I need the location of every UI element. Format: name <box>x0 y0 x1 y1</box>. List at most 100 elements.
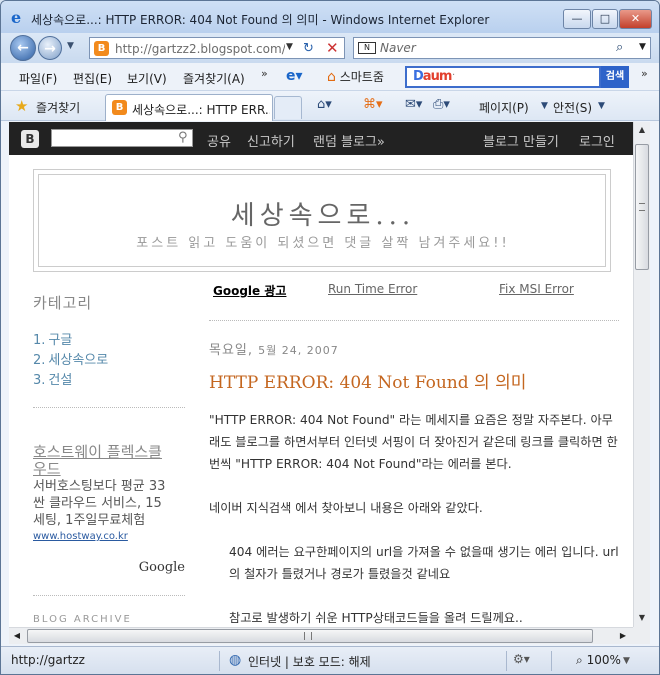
blog-search-input[interactable]: ⚲ <box>51 129 193 147</box>
ad-title[interactable]: 호스트웨이 플렉스클 <box>33 444 185 461</box>
page-menu[interactable]: 페이지(P) <box>479 99 529 116</box>
ad-link-runtime-error[interactable]: Run Time Error <box>328 282 417 296</box>
daum-input-marker: · <box>452 70 456 81</box>
divider <box>33 595 185 596</box>
menu-view[interactable]: 보기(V) <box>127 70 167 87</box>
address-bar: ← → ▼ B http://gartzz2.blogspot.com/2 ▼ … <box>1 33 659 63</box>
scroll-right-icon[interactable]: ▶ <box>615 628 631 644</box>
navbar-login-link[interactable]: 로그인 <box>579 131 615 150</box>
vertical-scrollbar[interactable]: ▲ ▼ <box>633 122 650 627</box>
status-bar: http://gartzz ◍ 인터넷 | 보호 모드: 해제 ⚙▾ ⌕ 100… <box>1 646 659 674</box>
zoom-dropdown-icon[interactable]: ▼ <box>623 656 630 666</box>
post-title[interactable]: HTTP ERROR: 404 Not Found 의 의미 <box>209 368 619 393</box>
favorites-star-icon[interactable]: ★ <box>15 97 28 115</box>
divider <box>33 407 185 408</box>
browser-window: e 세상속으로...: HTTP ERROR: 404 Not Found 의 … <box>0 0 660 675</box>
post-quote: 404 에러는 요구한페이지의 url을 가져올 수 없을때 생기는 에러 입니… <box>229 541 619 627</box>
status-url: http://gartzz <box>11 653 85 667</box>
search-icon[interactable]: ⌕ <box>616 40 623 55</box>
category-item[interactable]: 1. 구글 <box>33 329 185 349</box>
archive-heading: BLOG ARCHIVE <box>33 614 132 625</box>
smartzoom-button[interactable]: ⌂ 스마트줌 <box>327 68 384 85</box>
blog-title[interactable]: 세상속으로... <box>39 195 607 232</box>
menu-file[interactable]: 파일(F) <box>19 70 57 87</box>
scroll-up-icon[interactable]: ▲ <box>634 122 650 138</box>
navbar-report-link[interactable]: 신고하기 <box>247 131 295 150</box>
category-list: 1. 구글 2. 세상속으로 3. 건설 <box>33 329 185 389</box>
url-field[interactable]: B http://gartzz2.blogspot.com/2 ▼ ↻ ✕ <box>89 37 345 59</box>
mail-icon[interactable]: ✉▾ <box>405 97 422 112</box>
tab-current[interactable]: B 세상속으로...: HTTP ERR... <box>105 94 273 121</box>
search-provider-icon: N <box>358 42 376 54</box>
refresh-icon[interactable]: ↻ <box>303 41 314 56</box>
daum-search-field[interactable]: Daum · <box>405 66 601 88</box>
url-dropdown-icon[interactable]: ▼ <box>286 42 293 52</box>
maximize-button[interactable]: □ <box>592 9 618 29</box>
daum-search-button[interactable]: 검색 <box>601 66 629 88</box>
close-button[interactable]: ✕ <box>619 9 652 29</box>
stop-icon[interactable]: ✕ <box>326 39 339 57</box>
blog-description: 포스트 읽고 도움이 되셨으면 댓글 살짝 남겨주세요!! <box>136 236 510 251</box>
toolbar-more-chevron-icon[interactable]: » <box>641 67 648 80</box>
title-bar: e 세상속으로...: HTTP ERROR: 404 Not Found 의 … <box>1 1 659 33</box>
more-chevron-icon[interactable]: » <box>261 67 268 80</box>
home-icon: ⌂ <box>327 69 336 85</box>
blogger-logo-icon[interactable]: B <box>21 130 39 148</box>
category-heading: 카테고리 <box>33 294 93 312</box>
google-ads-link[interactable]: Google 광고 <box>213 282 286 299</box>
ie-options-icon[interactable]: e▾ <box>286 68 303 84</box>
rss-icon[interactable]: ⌘▾ <box>363 97 383 112</box>
horizontal-scroll-thumb[interactable] <box>27 629 593 643</box>
ad-url[interactable]: www.hostway.co.kr <box>33 531 185 542</box>
menu-favorites[interactable]: 즐겨찾기(A) <box>183 70 245 87</box>
post-date: 목요일, 5월 24, 2007 <box>209 343 339 358</box>
horizontal-scrollbar[interactable]: ◀ ▶ <box>9 627 633 644</box>
scroll-down-icon[interactable]: ▼ <box>634 610 650 626</box>
ad-text: 세팅, 1주일무료체험 <box>33 513 146 528</box>
url-text[interactable]: http://gartzz2.blogspot.com/2 <box>115 42 285 56</box>
quote-paragraph: 참고로 발생하기 쉬운 HTTP상태코드들을 올려 드릴께요.. <box>229 611 523 625</box>
minimize-button[interactable]: — <box>563 9 591 29</box>
protected-mode-icon[interactable]: ⚙▾ <box>513 652 530 666</box>
page-dropdown-icon[interactable]: ▼ <box>541 101 548 111</box>
blog-header: 세상속으로... 포스트 읽고 도움이 되셨으면 댓글 살짝 남겨주세요!! <box>33 169 611 272</box>
history-dropdown-icon[interactable]: ▼ <box>67 41 74 51</box>
home-page-icon[interactable]: ⌂▾ <box>317 97 332 112</box>
safety-menu[interactable]: 안전(S) <box>553 99 592 116</box>
internet-zone-globe-icon[interactable]: ◍ <box>229 652 241 668</box>
page-content: B ⚲ 공유 신고하기 랜덤 블로그» 블로그 만들기 로그인 세상속으로...… <box>9 122 633 627</box>
google-ads-logo[interactable]: Google <box>33 560 185 575</box>
menu-edit[interactable]: 편집(E) <box>73 70 112 87</box>
search-field[interactable]: N Naver ⌕ ▼ <box>353 37 651 59</box>
forward-button[interactable]: → <box>38 36 62 60</box>
post-paragraph: "HTTP ERROR: 404 Not Found" 라는 메세지를 요즘은 … <box>209 413 618 471</box>
safety-dropdown-icon[interactable]: ▼ <box>598 101 605 111</box>
blogger-favicon-icon: B <box>94 41 109 56</box>
search-placeholder[interactable]: Naver <box>380 41 416 55</box>
favorites-button[interactable]: 즐겨찾기 <box>36 99 80 116</box>
navbar-random-link[interactable]: 랜덤 블로그» <box>313 131 385 150</box>
back-button[interactable]: ← <box>10 35 36 61</box>
scroll-left-icon[interactable]: ◀ <box>9 628 25 644</box>
ad-title-line2[interactable]: 우드 <box>33 461 185 478</box>
post-paragraph: 네이버 지식검색 에서 찾아보니 내용은 아래와 같았다. <box>209 501 483 515</box>
print-icon[interactable]: ⎙▾ <box>433 97 450 112</box>
smartzoom-label: 스마트줌 <box>339 70 384 84</box>
vertical-scroll-thumb[interactable] <box>635 144 649 270</box>
search-icon[interactable]: ⚲ <box>178 130 188 145</box>
zoom-level[interactable]: ⌕ 100% <box>576 653 621 668</box>
ad-text: 싼 클라우드 서비스, 15 <box>33 496 162 511</box>
navbar-share-link[interactable]: 공유 <box>207 131 231 150</box>
ad-text: 서버호스팅보다 평균 33 <box>33 479 166 494</box>
category-item[interactable]: 2. 세상속으로 <box>33 349 185 369</box>
sidebar-ad[interactable]: 호스트웨이 플렉스클 우드 서버호스팅보다 평균 33 싼 클라우드 서비스, … <box>33 444 185 575</box>
sidebar: 카테고리 1. 구글 2. 세상속으로 3. 건설 호스트웨이 플렉스클 우드 서버호… <box>33 292 185 625</box>
window-title: 세상속으로...: HTTP ERROR: 404 Not Found 의 의미… <box>31 13 490 27</box>
security-zone-text[interactable]: 인터넷 | 보호 모드: 해제 <box>248 653 371 670</box>
ad-link-msi-error[interactable]: Fix MSI Error <box>499 282 574 296</box>
scroll-corner <box>633 627 650 644</box>
category-item[interactable]: 3. 건설 <box>33 369 185 389</box>
new-tab-button[interactable] <box>274 96 302 119</box>
search-dropdown-icon[interactable]: ▼ <box>639 42 646 52</box>
navbar-create-blog-link[interactable]: 블로그 만들기 <box>483 131 559 150</box>
